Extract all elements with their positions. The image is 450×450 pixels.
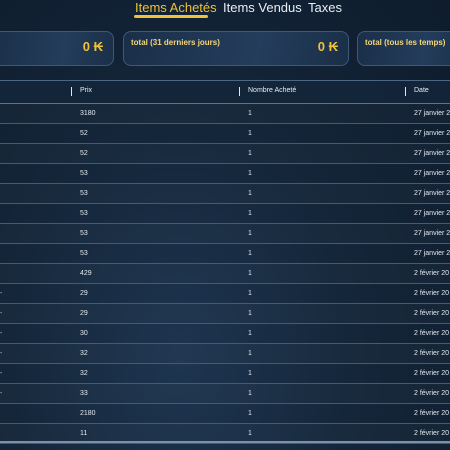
cell-nombre-achete: 1 [248, 370, 252, 377]
table-row[interactable]: 53 1 27 janvier 20 [0, 184, 450, 204]
column-resize-handle[interactable] [405, 87, 406, 96]
table-row[interactable]: - 29 1 2 février 20 [0, 304, 450, 324]
cell-date: 2 février 20 [414, 410, 450, 417]
column-header-prix[interactable]: Prix [80, 87, 92, 94]
cell-nombre-achete: 1 [248, 230, 252, 237]
purchases-table: Prix Nombre Acheté Date 3180 1 27 janvier … [0, 80, 450, 444]
cell-date: 27 janvier 20 [414, 110, 450, 117]
cell-prix: 52 [80, 150, 88, 157]
cell-nombre-achete: 1 [248, 390, 252, 397]
tab-items-achetes[interactable]: Items Achetés [135, 0, 217, 15]
row-edge-mark: - [0, 390, 3, 397]
tab-taxes[interactable]: Taxes [308, 0, 342, 15]
cell-date: 2 février 20 [414, 290, 450, 297]
cell-prix: 53 [80, 170, 88, 177]
row-edge-mark: - [0, 290, 3, 297]
table-row[interactable]: 3180 1 27 janvier 20 [0, 104, 450, 124]
table-body: 3180 1 27 janvier 20 52 1 27 janvier 20 52 1 27 … [0, 104, 450, 444]
cell-nombre-achete: 1 [248, 130, 252, 137]
cell-date: 27 janvier 20 [414, 150, 450, 157]
cell-prix: 3180 [80, 110, 96, 117]
row-edge-mark: - [0, 370, 3, 377]
cell-date: 2 février 20 [414, 330, 450, 337]
table-row[interactable]: 53 1 27 janvier 20 [0, 244, 450, 264]
column-header-date[interactable]: Date [414, 87, 429, 94]
table-row[interactable]: - 33 1 2 février 20 [0, 384, 450, 404]
summary-cards: 0 ₭ total (31 derniers jours) 0 ₭ total … [0, 31, 450, 66]
card-value: 0 ₭ [317, 39, 338, 54]
cell-nombre-achete: 1 [248, 250, 252, 257]
cell-nombre-achete: 1 [248, 410, 252, 417]
table-row[interactable]: 53 1 27 janvier 20 [0, 224, 450, 244]
column-resize-handle[interactable] [239, 87, 240, 96]
cell-nombre-achete: 1 [248, 330, 252, 337]
cell-date: 2 février 20 [414, 270, 450, 277]
cell-date: 2 février 20 [414, 390, 450, 397]
summary-card-all-time: total (tous les temps) [357, 31, 450, 66]
cell-nombre-achete: 1 [248, 190, 252, 197]
card-label: total (31 derniers jours) [131, 38, 220, 47]
cell-date: 27 janvier 20 [414, 250, 450, 257]
table-row[interactable]: - 32 1 2 février 20 [0, 344, 450, 364]
cell-prix: 53 [80, 190, 88, 197]
cell-nombre-achete: 1 [248, 210, 252, 217]
summary-card-current: 0 ₭ [0, 31, 114, 66]
table-row[interactable]: 53 1 27 janvier 20 [0, 204, 450, 224]
table-row[interactable]: - 30 1 2 février 20 [0, 324, 450, 344]
cell-date: 2 février 20 [414, 310, 450, 317]
cell-prix: 29 [80, 290, 88, 297]
cell-prix: 32 [80, 370, 88, 377]
cell-nombre-achete: 1 [248, 170, 252, 177]
cell-prix: 53 [80, 210, 88, 217]
table-row[interactable]: - 32 1 2 février 20 [0, 364, 450, 384]
column-resize-handle[interactable] [71, 87, 72, 96]
table-bottom-border [0, 441, 450, 443]
cell-date: 27 janvier 20 [414, 190, 450, 197]
cell-prix: 429 [80, 270, 92, 277]
cell-nombre-achete: 1 [248, 270, 252, 277]
cell-date: 27 janvier 20 [414, 210, 450, 217]
active-tab-underline [134, 15, 208, 18]
table-row[interactable]: 2180 1 2 février 20 [0, 404, 450, 424]
table-row[interactable]: 53 1 27 janvier 20 [0, 164, 450, 184]
card-value: 0 ₭ [82, 39, 103, 54]
card-label: total (tous les temps) [365, 38, 446, 47]
cell-prix: 30 [80, 330, 88, 337]
row-edge-mark: - [0, 310, 3, 317]
table-header: Prix Nombre Acheté Date [0, 80, 450, 104]
cell-prix: 29 [80, 310, 88, 317]
cell-date: 27 janvier 20 [414, 170, 450, 177]
table-row[interactable]: 52 1 27 janvier 20 [0, 124, 450, 144]
cell-nombre-achete: 1 [248, 150, 252, 157]
cell-prix: 2180 [80, 410, 96, 417]
cell-date: 2 février 20 [414, 430, 450, 437]
cell-prix: 53 [80, 230, 88, 237]
cell-date: 27 janvier 20 [414, 230, 450, 237]
row-edge-mark: - [0, 350, 3, 357]
table-row[interactable]: - 29 1 2 février 20 [0, 284, 450, 304]
cell-prix: 32 [80, 350, 88, 357]
summary-card-31-days: total (31 derniers jours) 0 ₭ [123, 31, 349, 66]
cell-nombre-achete: 1 [248, 110, 252, 117]
cell-nombre-achete: 1 [248, 350, 252, 357]
cell-date: 27 janvier 20 [414, 130, 450, 137]
cell-prix: 52 [80, 130, 88, 137]
cell-prix: 11 [80, 430, 88, 437]
tab-bar: Items Achetés Items Vendus Taxes [0, 0, 450, 22]
table-row[interactable]: 52 1 27 janvier 20 [0, 144, 450, 164]
column-header-nombre-achete[interactable]: Nombre Acheté [248, 87, 296, 94]
row-edge-mark: - [0, 330, 3, 337]
cell-date: 2 février 20 [414, 350, 450, 357]
cell-nombre-achete: 1 [248, 310, 252, 317]
cell-nombre-achete: 1 [248, 430, 252, 437]
tab-items-vendus[interactable]: Items Vendus [223, 0, 302, 15]
cell-prix: 53 [80, 250, 88, 257]
cell-prix: 33 [80, 390, 88, 397]
cell-nombre-achete: 1 [248, 290, 252, 297]
table-row[interactable]: 429 1 2 février 20 [0, 264, 450, 284]
cell-date: 2 février 20 [414, 370, 450, 377]
